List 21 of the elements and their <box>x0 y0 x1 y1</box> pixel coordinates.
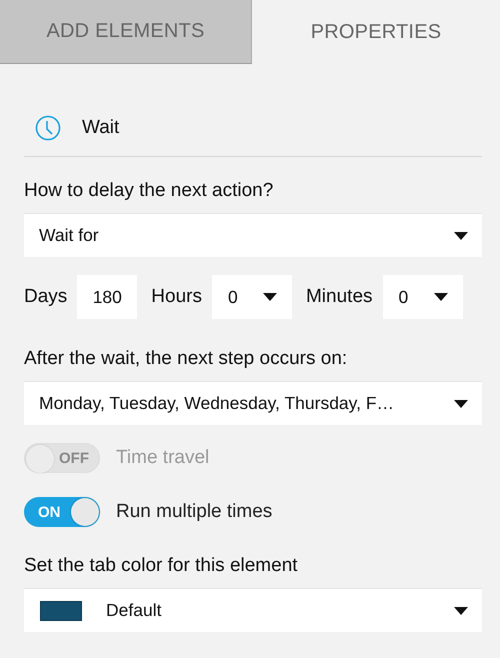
clock-icon <box>35 115 61 141</box>
field-label: Hours <box>151 286 202 308</box>
field-label: How to delay the next action? <box>24 180 274 202</box>
element-title: Wait <box>82 117 120 139</box>
dropdown[interactable]: Monday, Tuesday, Wednesday, Thursday, F… <box>24 381 482 425</box>
caret-icon <box>454 400 468 408</box>
caret-icon <box>454 232 468 240</box>
caret-icon <box>434 293 448 301</box>
toggle-label: Run multiple times <box>116 501 272 523</box>
field-label: Set the tab color for this element <box>24 555 299 577</box>
caret-icon <box>454 606 468 614</box>
toggle-label: Time travel <box>116 447 210 469</box>
dropdown[interactable]: 0 <box>382 275 463 319</box>
dropdown[interactable]: Default <box>24 588 482 632</box>
field-label: After the wait, the next step occurs on: <box>24 348 348 370</box>
field-label: Days <box>24 286 68 308</box>
number-field[interactable]: 180 <box>77 275 138 319</box>
dropdown[interactable]: Wait for <box>24 213 482 257</box>
dropdown[interactable]: 0 <box>212 275 292 319</box>
field-label: Minutes <box>306 286 373 308</box>
caret-icon <box>262 293 277 301</box>
